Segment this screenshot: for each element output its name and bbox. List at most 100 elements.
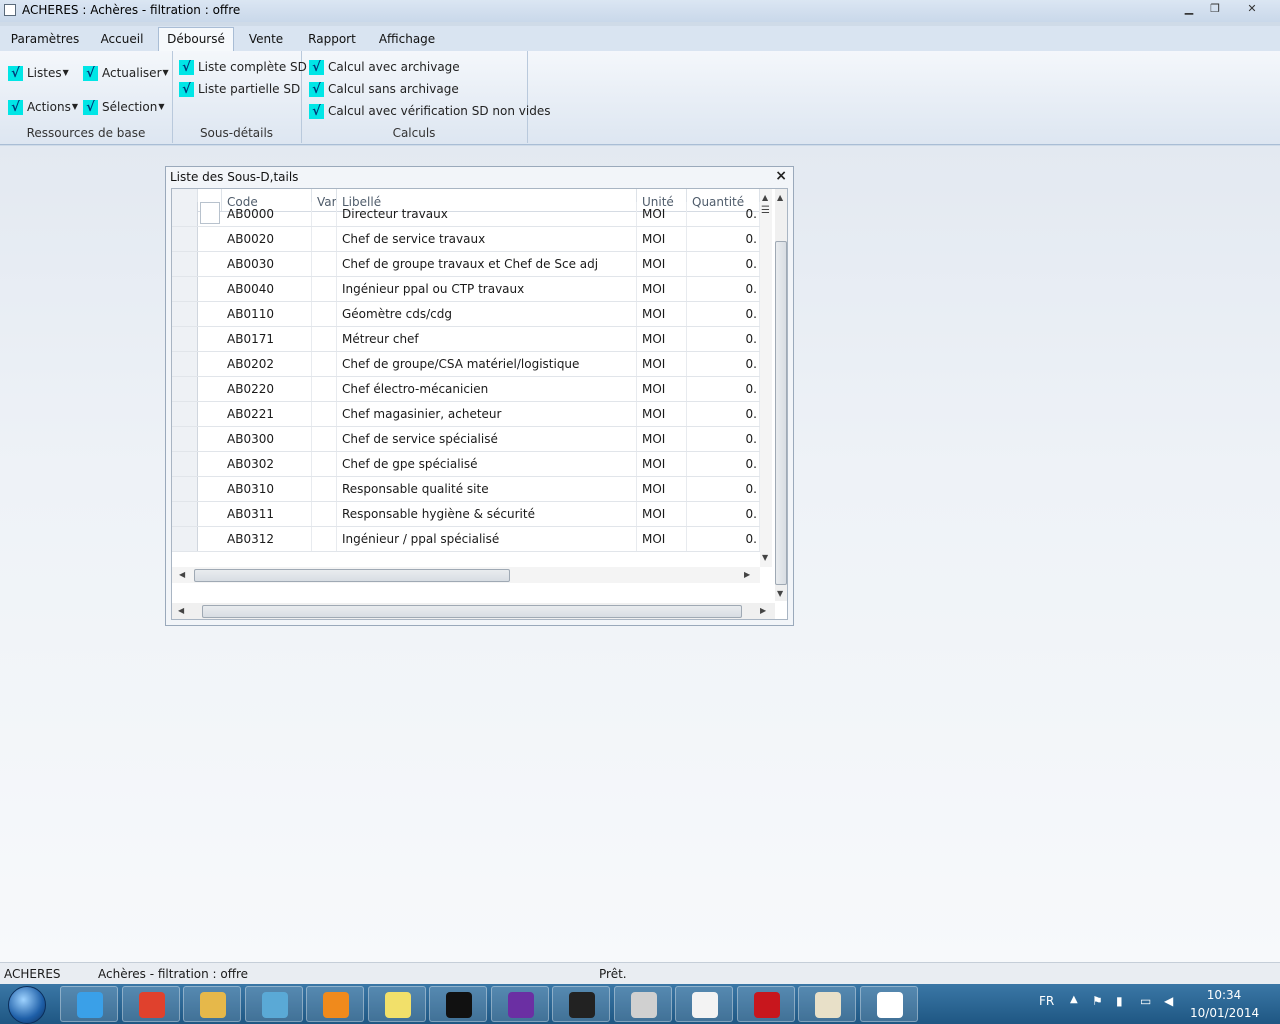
row-selector[interactable] [172,352,198,376]
cell-code[interactable]: AB0020 [222,227,312,251]
row-selector[interactable] [172,327,198,351]
cell-var[interactable] [312,302,337,326]
cell-var[interactable] [312,227,337,251]
taskbar-button-notepadpp[interactable] [675,986,733,1022]
taskbar-button-cmd[interactable] [429,986,487,1022]
scroll-up-icon[interactable]: ▲ [762,193,768,202]
tab-affichage[interactable]: Affichage [376,30,438,51]
cell-var[interactable] [312,327,337,351]
table-row[interactable]: AB0302 Chef de gpe spécialisé MOI 0. [172,452,760,477]
tab-vente[interactable]: Vente [246,30,286,51]
calcul-verification-sd-button[interactable]: √ Calcul avec vérification SD non vides [309,102,550,120]
tab-accueil[interactable]: Accueil [96,30,148,51]
cell-quantite[interactable]: 0. [687,327,760,351]
inner-horizontal-scrollbar[interactable]: ◀ ▶ [172,567,760,583]
taskbar-button-micro-edp[interactable] [552,986,610,1022]
maximize-button[interactable]: ❐ [1202,0,1228,18]
row-selector[interactable] [172,502,198,526]
cell-code[interactable]: AB0110 [222,302,312,326]
taskbar-button-acrobat[interactable] [736,986,795,1022]
taskbar-button-sticky-notes[interactable] [367,986,426,1022]
cell-quantite[interactable]: 0. [687,477,760,501]
actions-button[interactable]: √ Actions▼ [8,98,78,116]
row-selector[interactable] [172,227,198,251]
scroll-down-icon[interactable]: ▼ [762,553,768,562]
listes-button[interactable]: √ Listes▼ [8,64,69,82]
outer-v-scroll-thumb[interactable] [775,241,787,585]
taskbar-button-paint[interactable] [798,986,856,1022]
network-tray-icon[interactable]: ⚑ [1092,994,1103,1008]
table-row[interactable]: AB0020 Chef de service travaux MOI 0. [172,227,760,252]
cell-libelle[interactable]: Chef de gpe spécialisé [337,452,637,476]
cell-code[interactable]: AB0302 [222,452,312,476]
cell-libelle[interactable]: Métreur chef [337,327,637,351]
tab-parametres[interactable]: Paramètres [8,30,82,51]
cell-code[interactable]: AB0220 [222,377,312,401]
cell-code[interactable]: AB0000 [222,202,312,226]
table-row[interactable]: AB0310 Responsable qualité site MOI 0. [172,477,760,502]
tab-rapport[interactable]: Rapport [304,30,360,51]
cell-unite[interactable]: MOI [637,202,687,226]
scroll-up-icon[interactable]: ▲ [777,193,783,202]
cell-code[interactable]: AB0171 [222,327,312,351]
row-selector[interactable] [172,402,198,426]
table-row[interactable]: AB0312 Ingénieur / ppal spécialisé MOI 0. [172,527,760,552]
cell-quantite[interactable]: 0. [687,227,760,251]
scroll-left-icon[interactable]: ◀ [179,570,185,579]
clock-date[interactable]: 10/01/2014 [1190,1006,1259,1020]
liste-partielle-sd-button[interactable]: √ Liste partielle SD [179,80,300,98]
cell-libelle[interactable]: Chef de groupe/CSA matériel/logistique [337,352,637,376]
cell-libelle[interactable]: Ingénieur ppal ou CTP travaux [337,277,637,301]
cell-var[interactable] [312,377,337,401]
cell-libelle[interactable]: Chef magasinier, acheteur [337,402,637,426]
cell-libelle[interactable]: Chef de service travaux [337,227,637,251]
cell-unite[interactable]: MOI [637,352,687,376]
cell-code[interactable]: AB0202 [222,352,312,376]
liste-complete-sd-button[interactable]: √ Liste complète SD [179,58,307,76]
row-selector[interactable] [172,277,198,301]
current-row-editor[interactable] [200,202,220,224]
cell-var[interactable] [312,477,337,501]
cell-unite[interactable]: MOI [637,277,687,301]
power-tray-icon[interactable]: ▮ [1116,994,1123,1008]
cell-code[interactable]: AB0312 [222,527,312,551]
cell-unite[interactable]: MOI [637,452,687,476]
actualiser-button[interactable]: √ Actualiser▼ [83,64,169,82]
minimize-button[interactable]: ▁ [1176,0,1202,18]
outer-vertical-scrollbar[interactable]: ▲ ▼ [775,189,787,601]
calcul-sans-archivage-button[interactable]: √ Calcul sans archivage [309,80,459,98]
cell-unite[interactable]: MOI [637,302,687,326]
cell-quantite[interactable]: 0. [687,277,760,301]
cell-code[interactable]: AB0040 [222,277,312,301]
taskbar-button-internet-explorer[interactable] [60,986,118,1022]
cell-quantite[interactable]: 0. [687,352,760,376]
child-close-button[interactable]: × [775,168,787,184]
table-row[interactable]: AB0300 Chef de service spécialisé MOI 0. [172,427,760,452]
cell-unite[interactable]: MOI [637,527,687,551]
cell-var[interactable] [312,402,337,426]
cell-var[interactable] [312,502,337,526]
cell-code[interactable]: AB0310 [222,477,312,501]
row-selector[interactable] [172,427,198,451]
cell-libelle[interactable]: Directeur travaux [337,202,637,226]
cell-code[interactable]: AB0030 [222,252,312,276]
outer-h-scroll-thumb[interactable] [202,605,742,618]
cell-var[interactable] [312,252,337,276]
cell-quantite[interactable]: 0. [687,527,760,551]
cell-quantite[interactable]: 0. [687,202,760,226]
cell-var[interactable] [312,352,337,376]
taskbar-button-network[interactable] [244,986,303,1022]
cell-quantite[interactable]: 0. [687,502,760,526]
cell-quantite[interactable]: 0. [687,427,760,451]
display-tray-icon[interactable]: ▭ [1140,994,1151,1008]
row-selector[interactable] [172,302,198,326]
cell-quantite[interactable]: 0. [687,377,760,401]
cell-unite[interactable]: MOI [637,477,687,501]
cell-unite[interactable]: MOI [637,377,687,401]
outer-horizontal-scrollbar[interactable]: ◀ ▶ [172,603,775,619]
cell-libelle[interactable]: Chef électro-mécanicien [337,377,637,401]
language-indicator[interactable]: FR [1039,994,1054,1008]
cell-quantite[interactable]: 0. [687,402,760,426]
calcul-avec-archivage-button[interactable]: √ Calcul avec archivage [309,58,460,76]
scroll-down-icon[interactable]: ▼ [777,589,783,598]
